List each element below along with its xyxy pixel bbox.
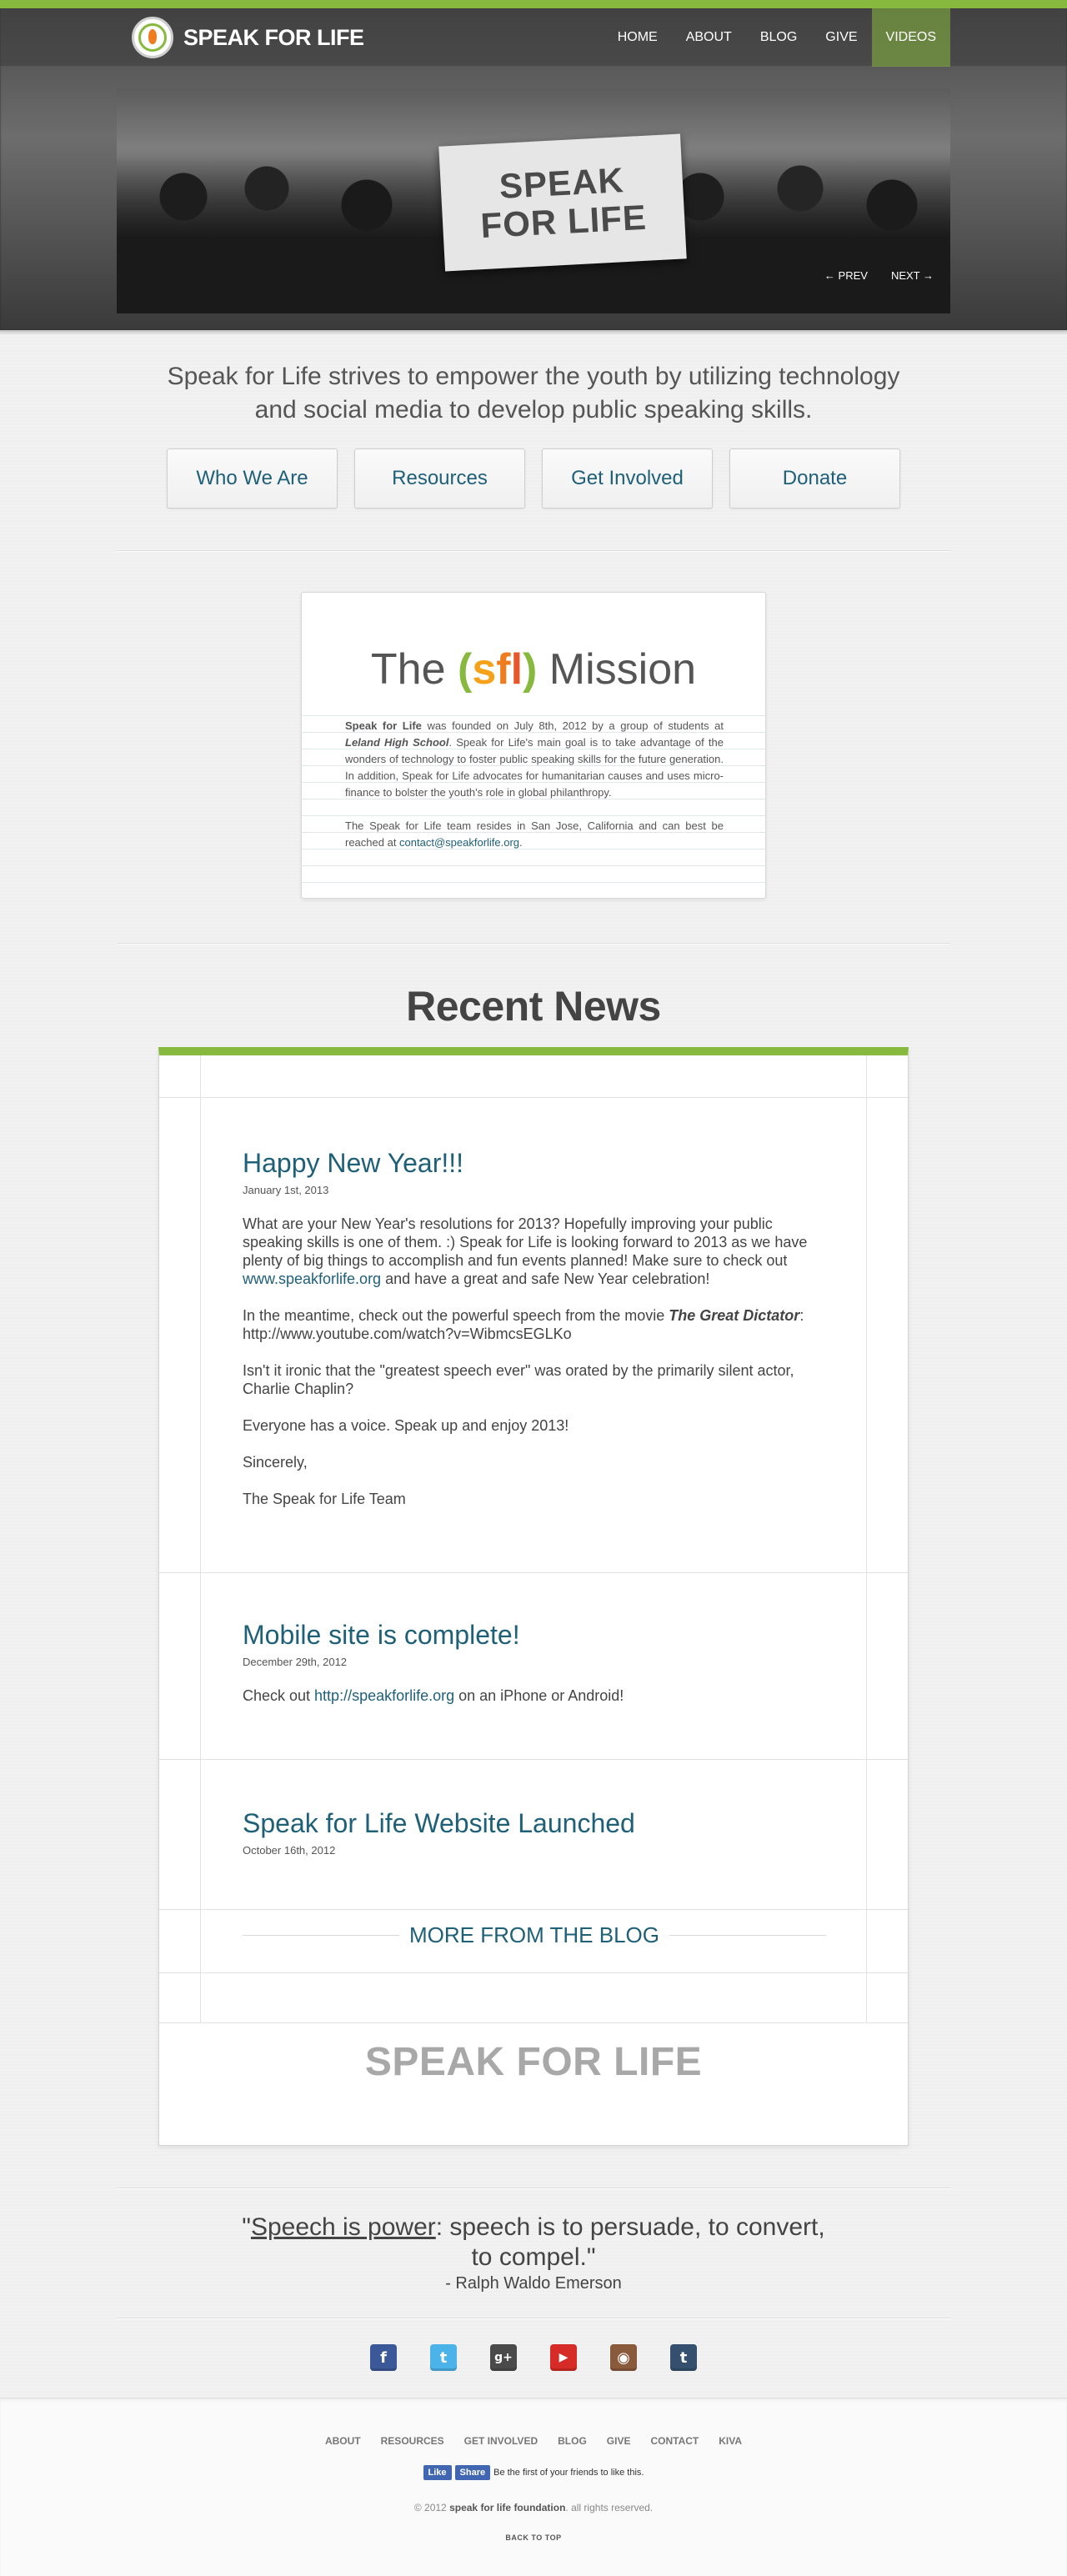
recent-news-heading: Recent News bbox=[406, 983, 661, 1030]
nav-about[interactable]: ABOUT bbox=[672, 8, 746, 67]
copyright: © 2012 speak for life foundation. all ri… bbox=[413, 2502, 654, 2513]
instagram-icon[interactable]: ◉ bbox=[610, 2344, 637, 2371]
protest-banner: SPEAK FOR LIFE bbox=[438, 133, 687, 272]
grid-line bbox=[159, 1097, 908, 1098]
nav-videos[interactable]: VIDEOS bbox=[871, 8, 950, 67]
facebook-like-text: Be the first of your friends to like thi… bbox=[493, 2468, 644, 2478]
grid-line bbox=[159, 2022, 908, 2023]
post-paragraph: Isn't it ironic that the "greatest speec… bbox=[243, 1362, 794, 1397]
news-post: Speak for Life Website Launched October … bbox=[243, 1807, 826, 1857]
news-post: Happy New Year!!! January 1st, 2013 What… bbox=[243, 1147, 826, 1526]
cta-button-row: Who We Are Resources Get Involved Donate bbox=[167, 449, 900, 509]
post-date: January 1st, 2013 bbox=[243, 1184, 329, 1196]
contact-email-link[interactable]: contact@speakforlife.org bbox=[399, 836, 519, 849]
slider-controls: ← PREV NEXT → bbox=[824, 269, 934, 282]
footer-link-kiva[interactable]: KIVA bbox=[719, 2435, 742, 2447]
post-title-link[interactable]: Speak for Life Website Launched bbox=[243, 1808, 635, 1838]
quote-text: "Speech is power: speech is to persuade,… bbox=[242, 2213, 825, 2271]
post-paragraph: The Speak for Life Team bbox=[243, 1491, 406, 1507]
mission-title: The (sfl) Mission bbox=[302, 644, 765, 694]
donate-button[interactable]: Donate bbox=[729, 449, 900, 509]
top-navbar: SPEAK FOR LIFE HOME ABOUT BLOG GIVE VIDE… bbox=[0, 8, 1067, 67]
nav-blog[interactable]: BLOG bbox=[746, 8, 811, 67]
mission-paragraph-1: Speak for Life was founded on July 8th, … bbox=[345, 719, 724, 799]
brand-logo-link[interactable]: SPEAK FOR LIFE bbox=[132, 15, 364, 60]
main-nav: HOME ABOUT BLOG GIVE VIDEOS bbox=[604, 8, 950, 67]
mission-paragraph-2: The Speak for Life team resides in San J… bbox=[345, 819, 724, 849]
banner-line-2: FOR LIFE bbox=[479, 197, 648, 246]
site-link[interactable]: www.speakforlife.org bbox=[243, 1270, 381, 1287]
tumblr-icon[interactable]: t bbox=[670, 2344, 697, 2371]
more-from-blog: MORE FROM THE BLOG bbox=[243, 1922, 826, 1947]
footer-link-contact[interactable]: CONTACT bbox=[650, 2435, 699, 2447]
grid-line bbox=[159, 1572, 908, 1573]
footer-link-give[interactable]: GIVE bbox=[607, 2435, 631, 2447]
facebook-icon[interactable]: f bbox=[370, 2344, 397, 2371]
footer-link-blog[interactable]: BLOG bbox=[558, 2435, 587, 2447]
divider bbox=[117, 550, 950, 551]
facebook-share-button[interactable]: Share bbox=[454, 2465, 491, 2480]
post-title-link[interactable]: Mobile site is complete! bbox=[243, 1620, 520, 1650]
post-paragraph: Sincerely, bbox=[243, 1454, 308, 1471]
post-paragraph: Everyone has a voice. Speak up and enjoy… bbox=[243, 1417, 569, 1434]
nav-give[interactable]: GIVE bbox=[811, 8, 871, 67]
grid-line bbox=[159, 1909, 908, 1910]
mission-title-pre: The bbox=[370, 645, 446, 694]
facebook-like-button[interactable]: Like bbox=[423, 2465, 452, 2480]
slider-prev-button[interactable]: ← PREV bbox=[824, 269, 868, 282]
grid-line bbox=[159, 1972, 908, 1973]
news-post: Mobile site is complete! December 29th, … bbox=[243, 1619, 826, 1723]
footer-link-get-involved[interactable]: GET INVOLVED bbox=[464, 2435, 538, 2447]
top-accent-bar bbox=[0, 0, 1067, 8]
divider bbox=[117, 943, 950, 944]
mission-card: The (sfl) Mission Speak for Life was fou… bbox=[301, 592, 766, 899]
quote-block: "Speech is power: speech is to persuade,… bbox=[242, 2213, 825, 2293]
post-date: December 29th, 2012 bbox=[243, 1656, 348, 1668]
site-footer: ABOUT RESOURCES GET INVOLVED BLOG GIVE C… bbox=[0, 2398, 1067, 2576]
quote-author: - Ralph Waldo Emerson bbox=[445, 2274, 622, 2293]
footer-link-about[interactable]: ABOUT bbox=[325, 2435, 361, 2447]
post-body: What are your New Year's resolutions for… bbox=[243, 1215, 826, 1508]
grid-line bbox=[200, 1055, 201, 2022]
footer-nav: ABOUT RESOURCES GET INVOLVED BLOG GIVE C… bbox=[0, 2435, 1067, 2447]
back-to-top-link[interactable]: BACK TO TOP bbox=[0, 2533, 1067, 2542]
youtube-icon[interactable]: ▶ bbox=[550, 2344, 577, 2371]
mission-text: Speak for Life was founded on July 8th, … bbox=[345, 718, 724, 851]
social-links: f t g+ ▶ ◉ t bbox=[370, 2344, 697, 2371]
post-date: October 16th, 2012 bbox=[243, 1844, 336, 1857]
site-link[interactable]: http://speakforlife.org bbox=[314, 1687, 454, 1704]
post-title-link[interactable]: Happy New Year!!! bbox=[243, 1148, 463, 1178]
brand-name: SPEAK FOR LIFE bbox=[183, 24, 364, 50]
facebook-like-widget: Like Share Be the first of your friends … bbox=[0, 2465, 1067, 2480]
who-we-are-button[interactable]: Who We Are bbox=[167, 449, 338, 509]
news-panel: Happy New Year!!! January 1st, 2013 What… bbox=[158, 1047, 909, 2146]
get-involved-button[interactable]: Get Involved bbox=[542, 449, 713, 509]
hero-shadow bbox=[0, 330, 1067, 335]
google-plus-icon[interactable]: g+ bbox=[490, 2344, 517, 2371]
twitter-icon[interactable]: t bbox=[430, 2344, 457, 2371]
footer-link-resources[interactable]: RESOURCES bbox=[381, 2435, 444, 2447]
post-body: Check out http://speakforlife.org on an … bbox=[243, 1687, 624, 1704]
more-from-blog-link[interactable]: MORE FROM THE BLOG bbox=[399, 1922, 669, 1947]
tagline: Speak for Life strives to empower the yo… bbox=[167, 363, 900, 423]
mission-title-post: Mission bbox=[549, 645, 697, 694]
slider-next-button[interactable]: NEXT → bbox=[891, 269, 934, 282]
resources-button[interactable]: Resources bbox=[354, 449, 525, 509]
sfl-logo-text: (sfl) bbox=[457, 645, 538, 694]
nav-home[interactable]: HOME bbox=[604, 8, 672, 67]
logo-icon bbox=[132, 17, 173, 58]
grid-line bbox=[866, 1055, 867, 2022]
grid-line bbox=[159, 1759, 908, 1760]
news-footer-brand: SPEAK FOR LIFE bbox=[364, 2040, 703, 2084]
